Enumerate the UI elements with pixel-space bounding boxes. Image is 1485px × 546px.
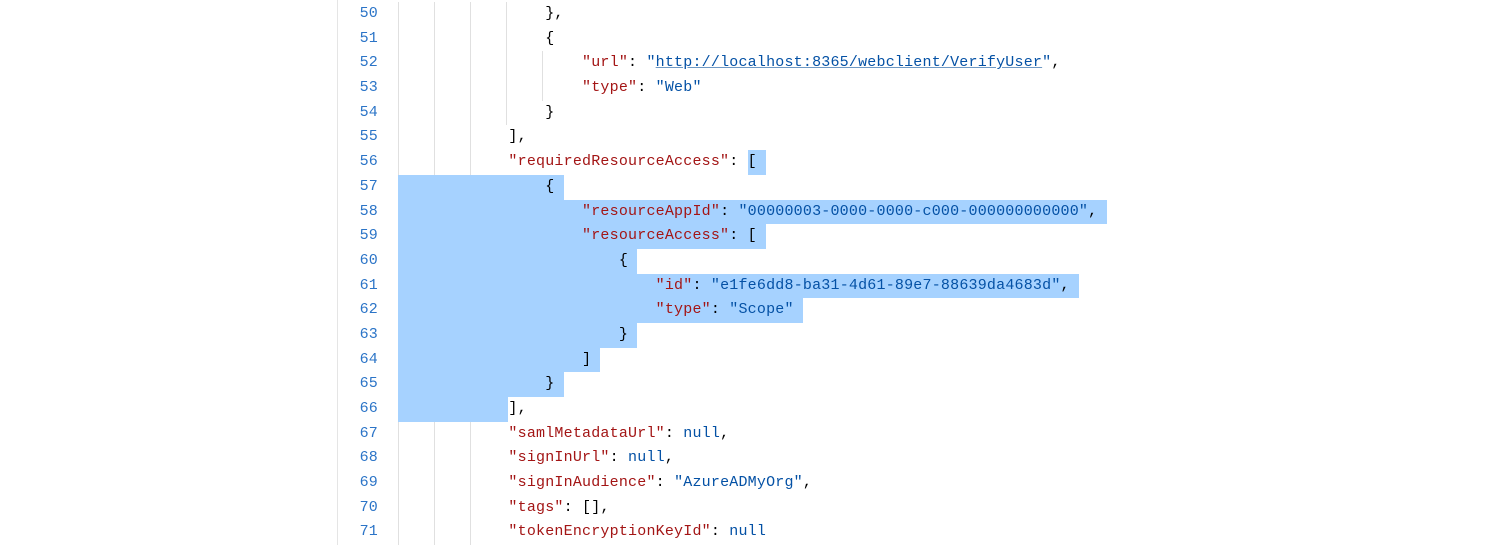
code-content[interactable]: { <box>398 175 564 200</box>
code-line[interactable]: 60 { <box>338 249 1485 274</box>
code-editor[interactable]: 50 },51 {52 "url": "http://localhost:836… <box>337 0 1485 545</box>
code-content[interactable]: } <box>398 323 637 348</box>
code-content[interactable]: } <box>398 372 564 397</box>
code-line[interactable]: 58 "resourceAppId": "00000003-0000-0000-… <box>338 200 1485 225</box>
code-content[interactable]: ], <box>398 125 527 150</box>
code-content[interactable]: "samlMetadataUrl": null, <box>398 422 729 447</box>
code-content[interactable]: "url": "http://localhost:8365/webclient/… <box>398 51 1061 76</box>
line-number: 60 <box>338 249 398 274</box>
code-line[interactable]: 68 "signInUrl": null, <box>338 446 1485 471</box>
code-line[interactable]: 56 "requiredResourceAccess": [ <box>338 150 1485 175</box>
code-line[interactable]: 70 "tags": [], <box>338 496 1485 521</box>
code-content[interactable]: "resourceAppId": "00000003-0000-0000-c00… <box>398 200 1107 225</box>
code-line[interactable]: 69 "signInAudience": "AzureADMyOrg", <box>338 471 1485 496</box>
code-line[interactable]: 62 "type": "Scope" <box>338 298 1485 323</box>
line-number: 63 <box>338 323 398 348</box>
code-line[interactable]: 63 } <box>338 323 1485 348</box>
line-number: 61 <box>338 274 398 299</box>
line-number: 56 <box>338 150 398 175</box>
code-content[interactable]: "signInUrl": null, <box>398 446 674 471</box>
code-content[interactable]: }, <box>398 2 564 27</box>
code-content[interactable]: } <box>398 101 554 126</box>
line-number: 66 <box>338 397 398 422</box>
line-number: 53 <box>338 76 398 101</box>
code-content[interactable]: "type": "Scope" <box>398 298 803 323</box>
line-number: 68 <box>338 446 398 471</box>
code-line[interactable]: 57 { <box>338 175 1485 200</box>
line-number: 67 <box>338 422 398 447</box>
code-line[interactable]: 67 "samlMetadataUrl": null, <box>338 422 1485 447</box>
line-number: 54 <box>338 101 398 126</box>
line-number: 71 <box>338 520 398 545</box>
code-line[interactable]: 54 } <box>338 101 1485 126</box>
line-number: 69 <box>338 471 398 496</box>
code-content[interactable]: ], <box>398 397 527 422</box>
code-content[interactable]: { <box>398 27 554 52</box>
line-number: 62 <box>338 298 398 323</box>
code-content[interactable]: "id": "e1fe6dd8-ba31-4d61-89e7-88639da46… <box>398 274 1079 299</box>
code-line[interactable]: 65 } <box>338 372 1485 397</box>
code-line[interactable]: 51 { <box>338 27 1485 52</box>
line-number: 65 <box>338 372 398 397</box>
code-line[interactable]: 61 "id": "e1fe6dd8-ba31-4d61-89e7-88639d… <box>338 274 1485 299</box>
line-number: 50 <box>338 2 398 27</box>
code-line[interactable]: 55 ], <box>338 125 1485 150</box>
line-number: 57 <box>338 175 398 200</box>
code-line[interactable]: 66 ], <box>338 397 1485 422</box>
code-line[interactable]: 59 "resourceAccess": [ <box>338 224 1485 249</box>
code-line[interactable]: 50 }, <box>338 2 1485 27</box>
code-content[interactable]: "type": "Web" <box>398 76 702 101</box>
code-content[interactable]: "tags": [], <box>398 496 610 521</box>
line-number: 58 <box>338 200 398 225</box>
code-content[interactable]: { <box>398 249 637 274</box>
line-number: 51 <box>338 27 398 52</box>
code-content[interactable]: "requiredResourceAccess": [ <box>398 150 766 175</box>
code-content[interactable]: "resourceAccess": [ <box>398 224 766 249</box>
line-number: 64 <box>338 348 398 373</box>
code-content[interactable]: "tokenEncryptionKeyId": null <box>398 520 766 545</box>
code-content[interactable]: ] <box>398 348 600 373</box>
code-content[interactable]: "signInAudience": "AzureADMyOrg", <box>398 471 812 496</box>
code-line[interactable]: 53 "type": "Web" <box>338 76 1485 101</box>
code-line[interactable]: 64 ] <box>338 348 1485 373</box>
code-line[interactable]: 52 "url": "http://localhost:8365/webclie… <box>338 51 1485 76</box>
line-number: 59 <box>338 224 398 249</box>
code-line[interactable]: 71 "tokenEncryptionKeyId": null <box>338 520 1485 545</box>
line-number: 55 <box>338 125 398 150</box>
line-number: 70 <box>338 496 398 521</box>
line-number: 52 <box>338 51 398 76</box>
